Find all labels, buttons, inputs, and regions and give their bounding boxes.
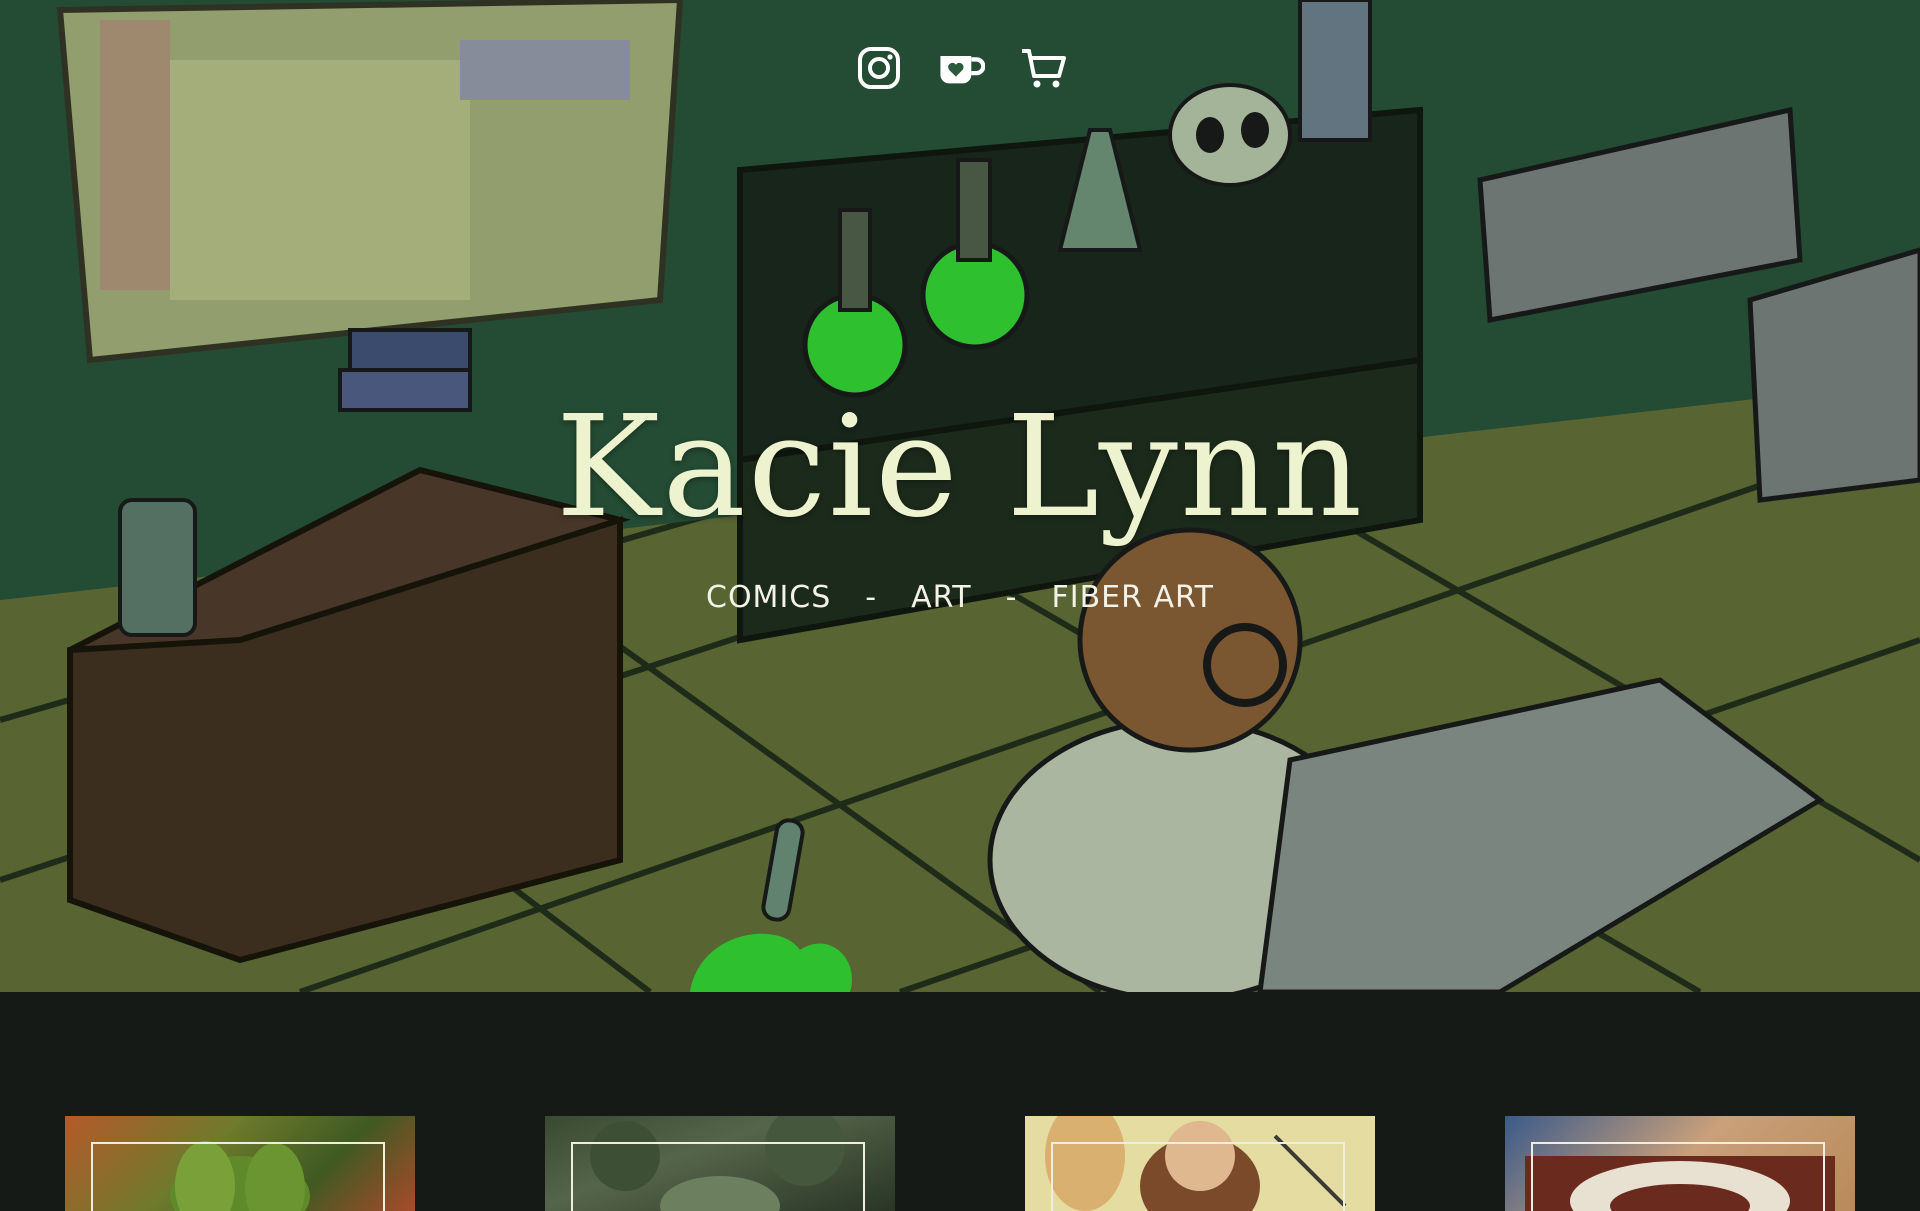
gallery-cards [0, 1116, 1920, 1211]
shop-cart-link[interactable] [1019, 44, 1067, 92]
comics-card[interactable] [65, 1116, 415, 1211]
shopping-cart-icon [1022, 49, 1066, 88]
nav-art[interactable]: ART [911, 580, 972, 615]
kofi-cup-heart-icon [940, 56, 986, 84]
card-frame [91, 1142, 385, 1211]
site-title: Kacie Lynn [555, 386, 1365, 549]
instagram-link[interactable] [855, 44, 903, 92]
social-links [855, 44, 1067, 92]
main-nav: COMICS - ART - FIBER ART [0, 580, 1920, 615]
nav-separator: - [1005, 580, 1018, 615]
card-frame [571, 1142, 865, 1211]
nav-comics[interactable]: COMICS [706, 580, 831, 615]
art-card[interactable] [545, 1116, 895, 1211]
nav-fiber-art[interactable]: FIBER ART [1051, 580, 1214, 615]
kofi-link[interactable] [937, 44, 986, 92]
hero-banner: Kacie Lynn COMICS - ART - FIBER ART [0, 0, 1920, 992]
fiber-art-card[interactable] [1505, 1116, 1855, 1211]
characters-card[interactable] [1025, 1116, 1375, 1211]
card-frame [1531, 1142, 1825, 1211]
instagram-icon [858, 47, 900, 89]
card-frame [1051, 1142, 1345, 1211]
nav-separator: - [865, 580, 878, 615]
